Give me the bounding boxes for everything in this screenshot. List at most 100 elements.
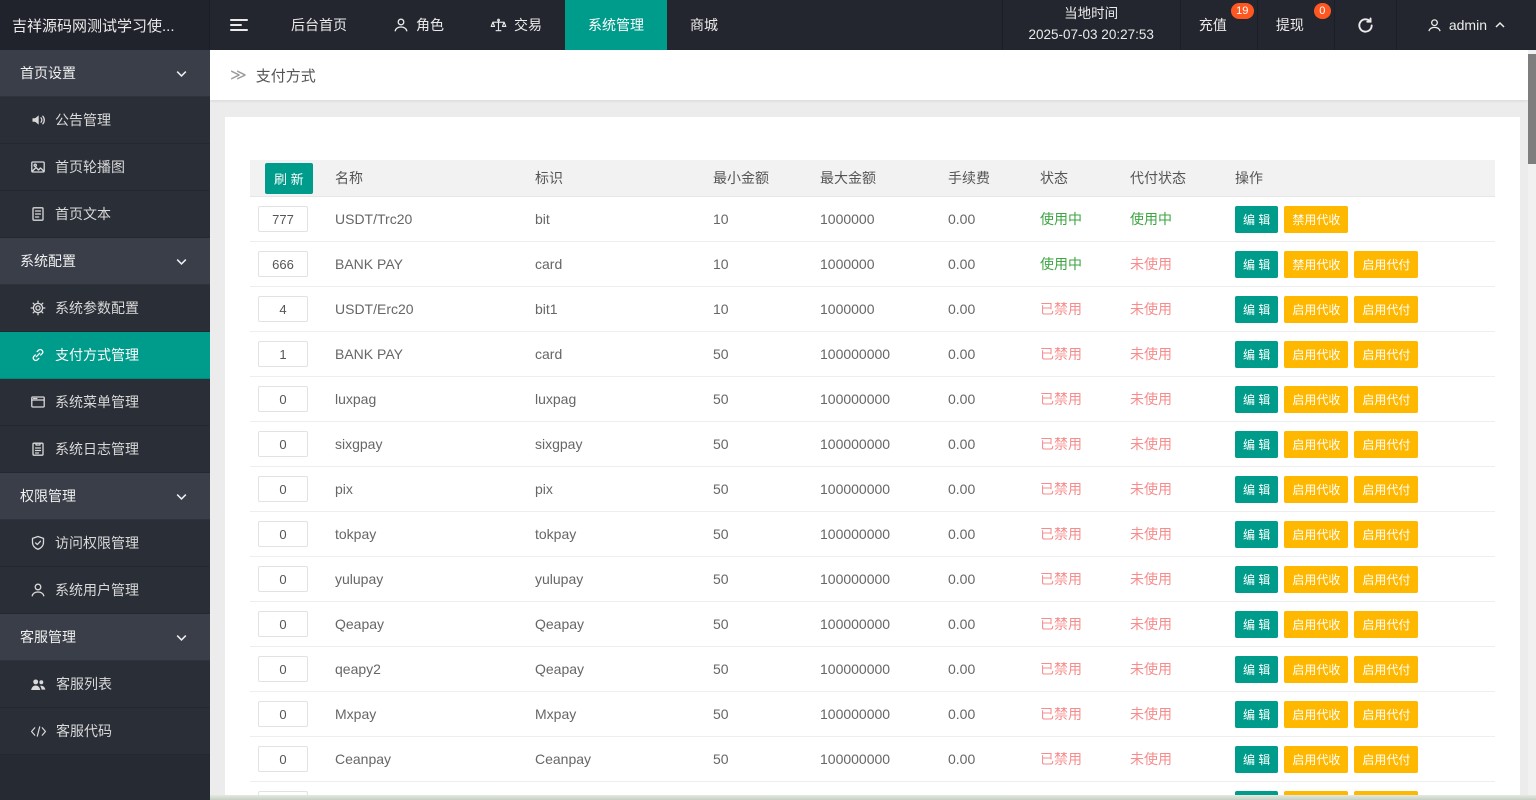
edit-button[interactable]: 编 辑 (1235, 565, 1279, 593)
row-id-input[interactable] (258, 521, 308, 547)
row-id-input[interactable] (258, 746, 308, 772)
row-id-input[interactable] (258, 251, 308, 277)
payout-status-text: 未使用 (1130, 301, 1172, 317)
enable-collect-button[interactable]: 启用代收 (1284, 565, 1349, 593)
edit-button[interactable]: 编 辑 (1235, 700, 1279, 728)
withdraw-button[interactable]: 提现 0 (1256, 0, 1334, 50)
enable-payout-button[interactable]: 启用代付 (1354, 250, 1419, 278)
vertical-scrollbar-thumb[interactable] (1528, 54, 1536, 164)
edit-button[interactable]: 编 辑 (1235, 295, 1279, 323)
top-nav-item-active[interactable]: 系统管理 (565, 0, 667, 50)
sidebar-item[interactable]: 系统用户管理 (0, 567, 210, 614)
user-menu[interactable]: admin (1395, 0, 1536, 50)
sidebar-item[interactable]: 首页文本 (0, 191, 210, 238)
top-nav-item[interactable]: 后台首页 (268, 0, 370, 50)
disable-collect-button[interactable]: 禁用代收 (1284, 250, 1349, 278)
edit-button[interactable]: 编 辑 (1235, 610, 1279, 638)
enable-payout-button[interactable]: 启用代付 (1354, 430, 1419, 458)
enable-collect-button[interactable]: 启用代收 (1284, 610, 1349, 638)
sidebar-item[interactable]: 客服代码 (0, 708, 210, 755)
enable-payout-button[interactable]: 启用代付 (1354, 340, 1419, 368)
top-nav-item[interactable]: 角色 (370, 0, 467, 50)
sidebar-group[interactable]: 首页设置 (0, 50, 210, 97)
sidebar-item[interactable]: 系统日志管理 (0, 426, 210, 473)
row-id-input[interactable] (258, 611, 308, 637)
top-nav-label: 商城 (690, 17, 718, 33)
enable-payout-button[interactable]: 启用代付 (1354, 385, 1419, 413)
enable-collect-button[interactable]: 启用代收 (1284, 655, 1349, 683)
edit-button[interactable]: 编 辑 (1235, 340, 1279, 368)
row-id-input[interactable] (258, 701, 308, 727)
sidebar-item[interactable]: 系统菜单管理 (0, 379, 210, 426)
row-id-input[interactable] (258, 566, 308, 592)
enable-collect-button[interactable]: 启用代收 (1284, 430, 1349, 458)
cell-actions: 编 辑启用代收启用代付 (1235, 385, 1495, 413)
row-id-input[interactable] (258, 656, 308, 682)
row-id-input[interactable] (258, 341, 308, 367)
enable-collect-button[interactable]: 启用代收 (1284, 340, 1349, 368)
top-nav-item[interactable]: 商城 (667, 0, 741, 50)
sidebar-item[interactable]: 首页轮播图 (0, 144, 210, 191)
recharge-button[interactable]: 充值 19 (1179, 0, 1257, 50)
cell-actions: 编 辑启用代收启用代付 (1235, 565, 1495, 593)
horizontal-scrollbar[interactable] (210, 795, 1536, 800)
edit-button[interactable]: 编 辑 (1235, 250, 1279, 278)
edit-button[interactable]: 编 辑 (1235, 745, 1279, 773)
edit-button[interactable]: 编 辑 (1235, 655, 1279, 683)
link-icon (30, 347, 46, 363)
enable-payout-button[interactable]: 启用代付 (1354, 475, 1419, 503)
sidebar-group[interactable]: 权限管理 (0, 473, 210, 520)
enable-collect-button[interactable]: 启用代收 (1284, 475, 1349, 503)
enable-payout-button[interactable]: 启用代付 (1354, 700, 1419, 728)
sidebar-group[interactable]: 客服管理 (0, 614, 210, 661)
code-icon (30, 725, 47, 738)
refresh-button[interactable] (1333, 0, 1396, 50)
edit-button[interactable]: 编 辑 (1235, 475, 1279, 503)
sidebar-item[interactable]: 公告管理 (0, 97, 210, 144)
edit-button[interactable]: 编 辑 (1235, 205, 1279, 233)
cell-payout-status: 未使用 (1130, 704, 1235, 724)
edit-button[interactable]: 编 辑 (1235, 520, 1279, 548)
cell-min-amount: 50 (713, 616, 729, 632)
table-row: yulupayyulupay501000000000.00已禁用未使用编 辑启用… (250, 557, 1495, 602)
sidebar-item-label: 系统日志管理 (55, 441, 139, 457)
enable-payout-button[interactable]: 启用代付 (1354, 610, 1419, 638)
sidebar-item[interactable]: 访问权限管理 (0, 520, 210, 567)
enable-collect-button[interactable]: 启用代收 (1284, 700, 1349, 728)
sidebar-item-active[interactable]: 支付方式管理 (0, 332, 210, 379)
payout-status-text: 未使用 (1130, 526, 1172, 542)
enable-payout-button[interactable]: 启用代付 (1354, 520, 1419, 548)
row-id-input[interactable] (258, 386, 308, 412)
enable-collect-button[interactable]: 启用代收 (1284, 385, 1349, 413)
row-id-input[interactable] (258, 296, 308, 322)
row-id-input[interactable] (258, 431, 308, 457)
enable-payout-button[interactable]: 启用代付 (1354, 745, 1419, 773)
disable-collect-button[interactable]: 禁用代收 (1284, 205, 1349, 233)
edit-button[interactable]: 编 辑 (1235, 430, 1279, 458)
enable-collect-button[interactable]: 启用代收 (1284, 745, 1349, 773)
vertical-scrollbar[interactable] (1528, 50, 1536, 800)
sidebar-item[interactable]: 客服列表 (0, 661, 210, 708)
enable-collect-button[interactable]: 启用代收 (1284, 295, 1349, 323)
sidebar-group-label: 客服管理 (20, 629, 76, 645)
sidebar-group[interactable]: 系统配置 (0, 238, 210, 285)
top-nav-item[interactable]: 交易 (467, 0, 565, 50)
cell-min-amount: 50 (713, 481, 729, 497)
enable-payout-button[interactable]: 启用代付 (1354, 655, 1419, 683)
cell-actions: 编 辑启用代收启用代付 (1235, 475, 1495, 503)
cell-name: qeapy2 (335, 661, 381, 677)
row-id-input[interactable] (258, 476, 308, 502)
menu-toggle-icon[interactable] (210, 0, 268, 50)
table-row: tokpay tokpay 50 100000000 0.00 已禁用 未使用 编 辑启用代收… (250, 512, 1495, 557)
enable-collect-button[interactable]: 启用代收 (1284, 520, 1349, 548)
cell-actions: 编 辑禁用代收 启用代付 (1235, 250, 1495, 278)
col-refresh: 刷 新 (250, 162, 335, 194)
enable-payout-button[interactable]: 启用代付 (1354, 565, 1419, 593)
enable-payout-button[interactable]: 启用代付 (1354, 295, 1419, 323)
cell-code: card (535, 256, 563, 272)
sidebar-item[interactable]: 系统参数配置 (0, 285, 210, 332)
row-id-input[interactable] (258, 206, 308, 232)
refresh-table-button[interactable]: 刷 新 (265, 162, 313, 194)
local-time-value: 2025-07-03 20:27:53 (1028, 27, 1154, 42)
edit-button[interactable]: 编 辑 (1235, 385, 1279, 413)
